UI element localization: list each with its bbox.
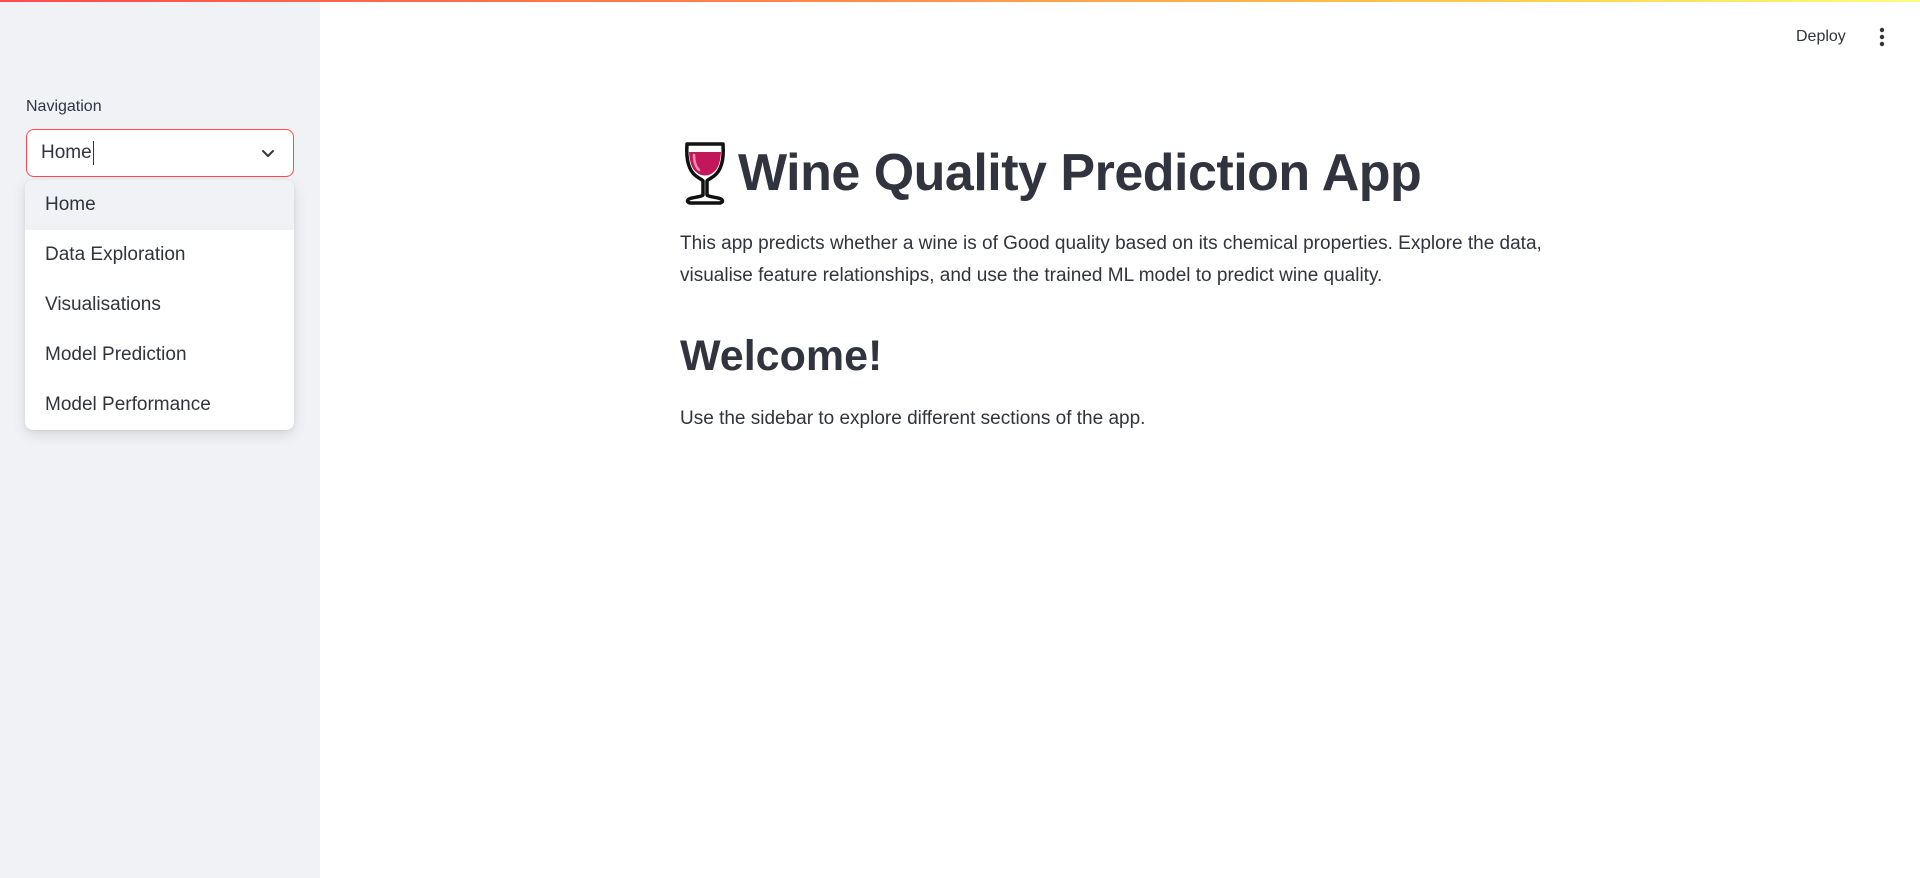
navigation-select[interactable]: Home — [26, 129, 294, 177]
kebab-menu-icon[interactable] — [1870, 20, 1894, 54]
deploy-button[interactable]: Deploy — [1782, 20, 1860, 54]
dropdown-option-home[interactable]: Home — [25, 180, 294, 230]
wine-glass-icon — [680, 140, 730, 206]
sidebar: Navigation Home Home Data Exploration Vi… — [0, 0, 320, 878]
dropdown-option-visualisations[interactable]: Visualisations — [25, 280, 294, 330]
navigation-select-value[interactable]: Home — [41, 141, 257, 165]
chevron-down-icon[interactable] — [257, 142, 279, 164]
intro-paragraph: This app predicts whether a wine is of G… — [680, 233, 1542, 286]
welcome-heading: Welcome! — [680, 332, 883, 380]
sidebar-hint-text: Use the sidebar to explore different sec… — [680, 408, 1146, 429]
navigation-dropdown-list: Home Data Exploration Visualisations Mod… — [25, 180, 294, 430]
top-decoration-bar — [0, 0, 1920, 2]
page-title: Wine Quality Prediction App — [738, 144, 1422, 202]
dropdown-option-model-performance[interactable]: Model Performance — [25, 380, 294, 430]
title-row: Wine Quality Prediction App — [680, 140, 1422, 206]
navigation-label: Navigation — [26, 98, 102, 115]
text-caret — [92, 141, 95, 165]
dropdown-option-model-prediction[interactable]: Model Prediction — [25, 330, 294, 380]
navigation-select-text: Home — [41, 142, 92, 163]
dropdown-option-data-exploration[interactable]: Data Exploration — [25, 230, 294, 280]
